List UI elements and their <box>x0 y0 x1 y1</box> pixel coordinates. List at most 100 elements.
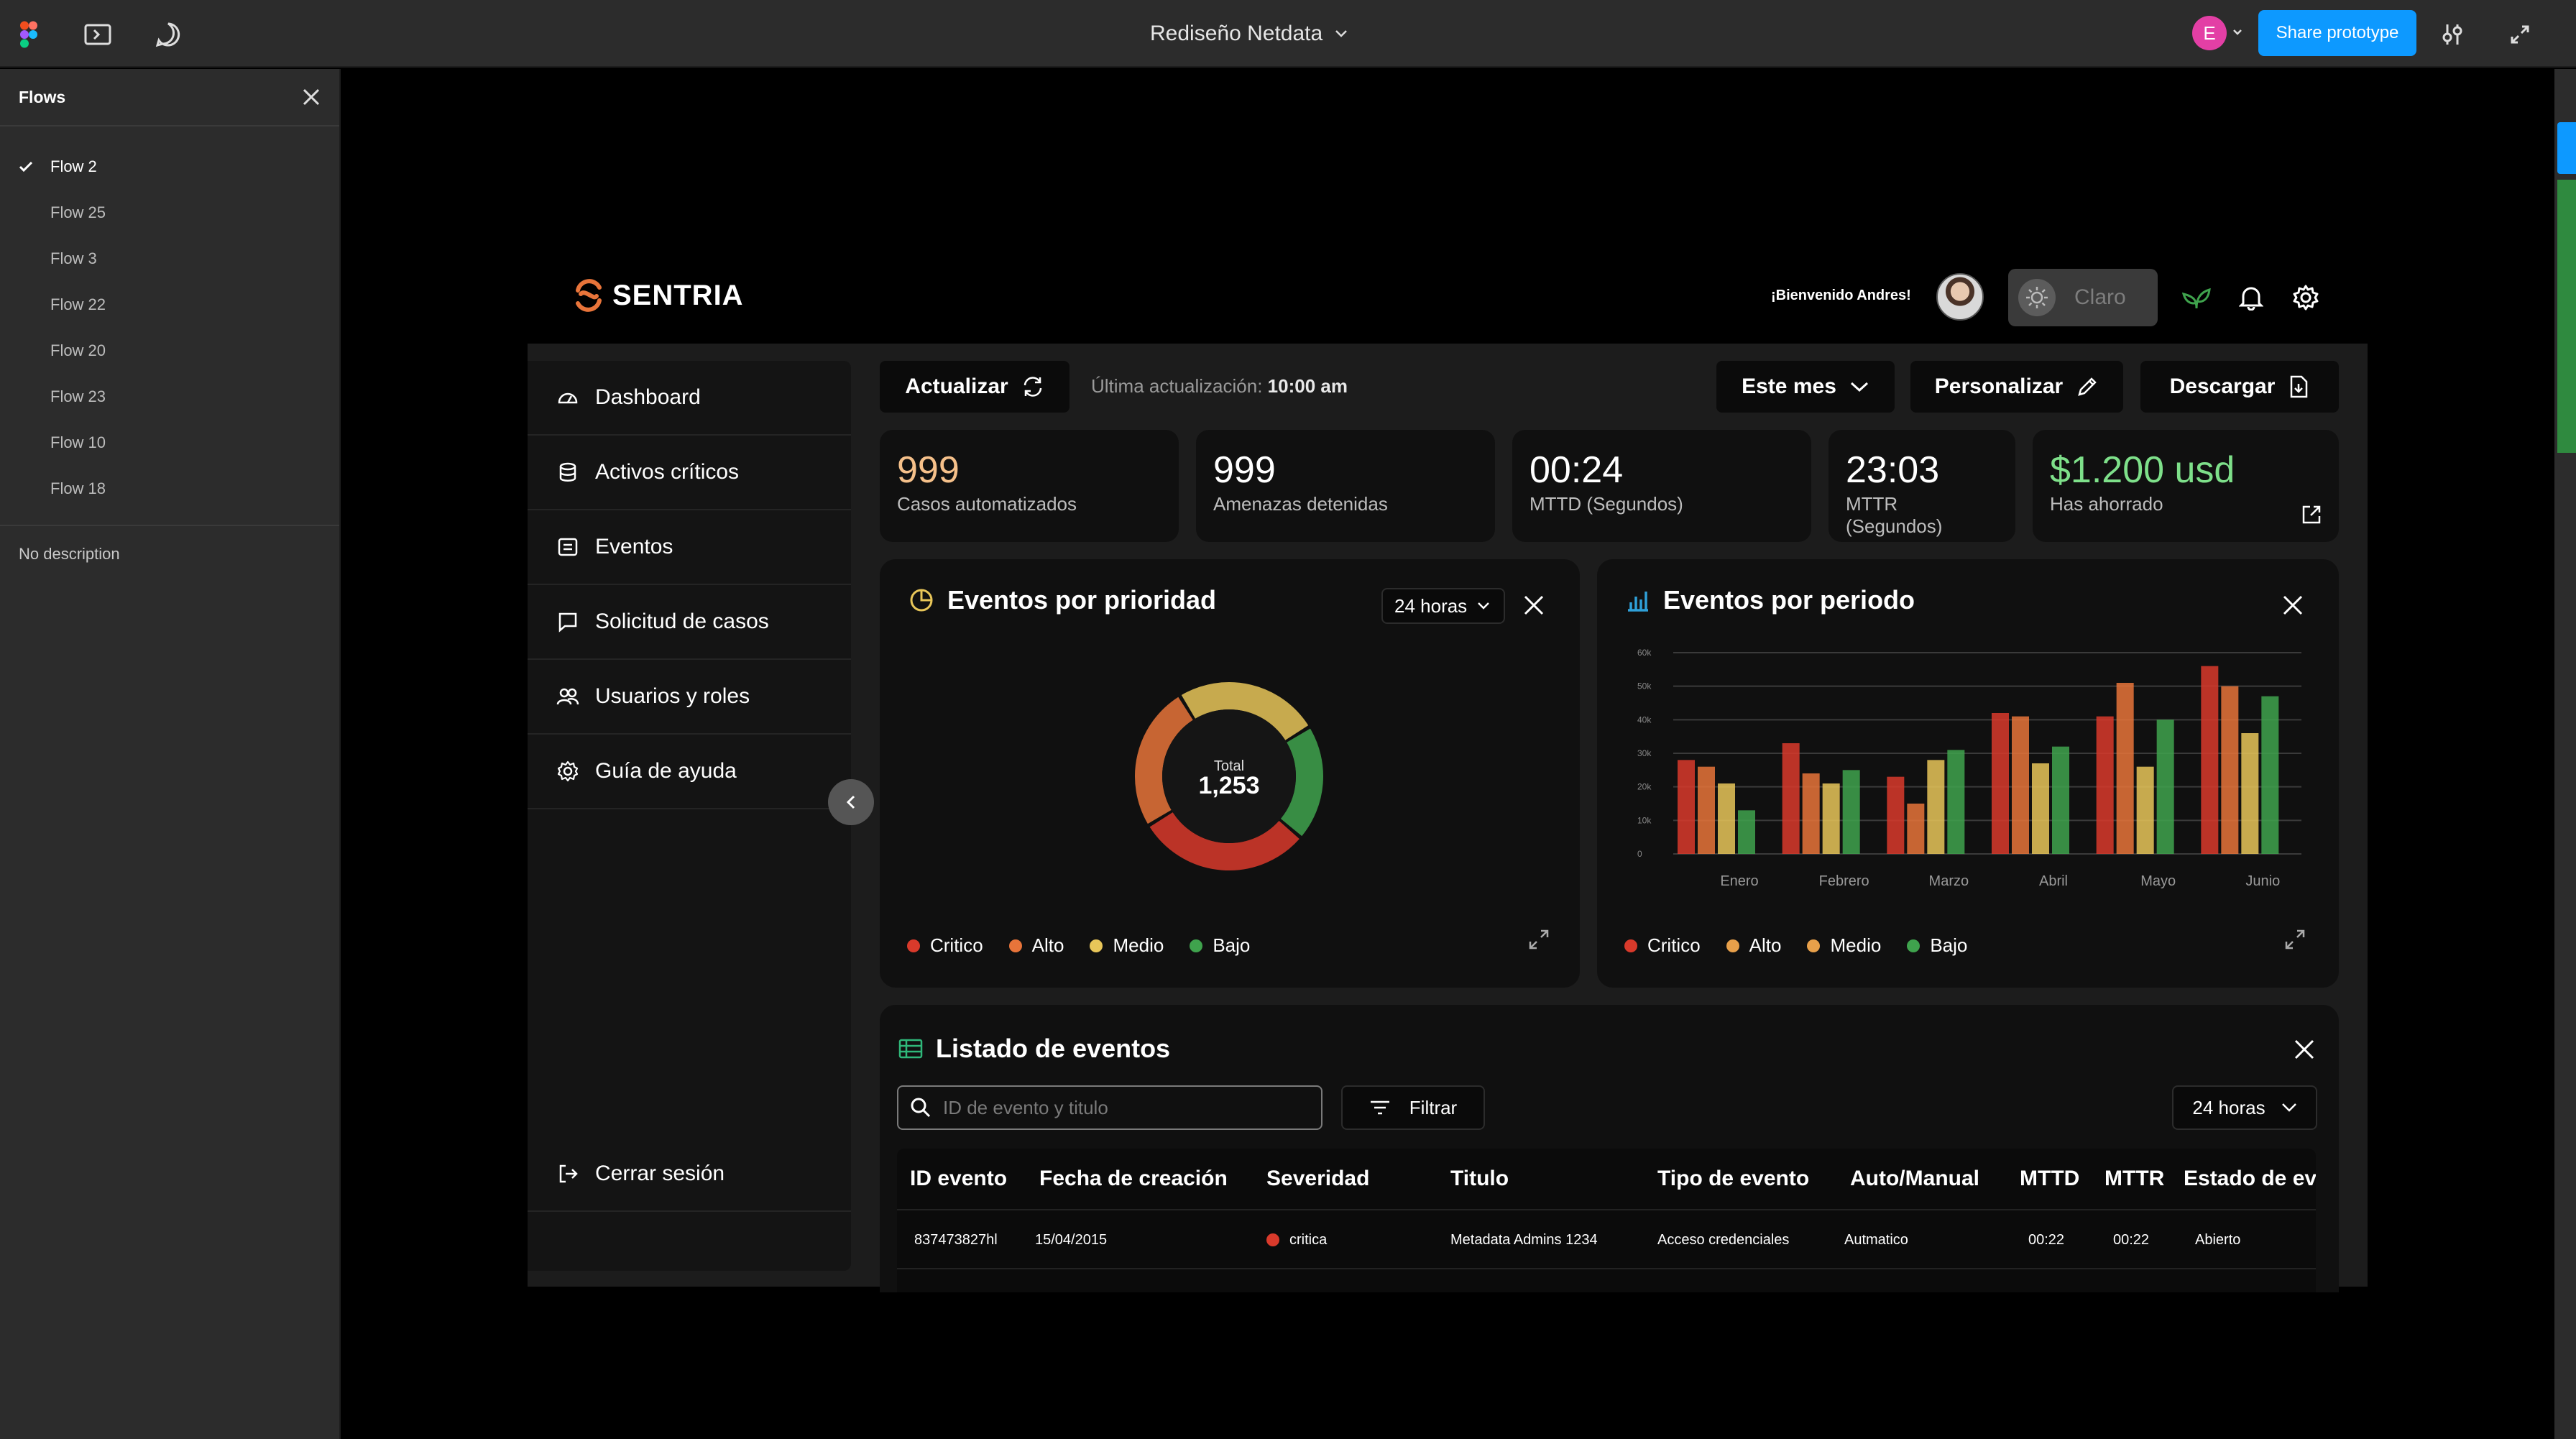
flow-item[interactable]: Flow 25 <box>0 190 339 236</box>
right-panel-tab[interactable] <box>2557 122 2576 174</box>
priority-range-select[interactable]: 24 horas <box>1381 588 1505 624</box>
column-header[interactable]: Titulo <box>1450 1167 1509 1191</box>
legend-dot <box>907 939 920 952</box>
bar-critico-febrero[interactable] <box>1782 743 1800 854</box>
flow-item[interactable]: Flow 22 <box>0 282 339 328</box>
document-title[interactable]: Rediseño Netdata <box>1150 16 1348 52</box>
column-header[interactable]: ID evento <box>910 1167 1007 1191</box>
flow-item[interactable]: Flow 23 <box>0 374 339 420</box>
share-prototype-button[interactable]: Share prototype <box>2258 10 2416 56</box>
column-header[interactable]: Fecha de creación <box>1039 1167 1228 1191</box>
period-select[interactable]: Este mes <box>1716 361 1895 413</box>
refresh-button[interactable]: Actualizar <box>880 361 1070 413</box>
bar-alto-febrero[interactable] <box>1802 773 1820 854</box>
comment-icon[interactable] <box>148 14 188 55</box>
column-header[interactable]: Tipo de evento <box>1657 1167 1809 1191</box>
flow-item[interactable]: Flow 20 <box>0 328 339 374</box>
events-range-select[interactable]: 24 horas <box>2172 1085 2317 1130</box>
figma-logo-icon[interactable] <box>9 14 49 55</box>
chevron-down-icon <box>1478 602 1490 610</box>
legend-label: Bajo <box>1930 934 1968 956</box>
bar-alto-marzo[interactable] <box>1907 804 1925 854</box>
bar-critico-marzo[interactable] <box>1887 776 1905 854</box>
expand-chart-icon[interactable] <box>1528 929 1550 950</box>
close-priority-card[interactable] <box>1519 591 1548 620</box>
bar-medio-mayo[interactable] <box>2136 766 2154 854</box>
events-icon <box>556 535 579 558</box>
nav-item[interactable]: Guía de ayuda <box>528 735 851 809</box>
pencil-icon <box>2078 377 2097 396</box>
bar-alto-abril[interactable] <box>2012 716 2029 854</box>
bar-critico-junio[interactable] <box>2201 666 2219 854</box>
event-search-input[interactable]: ID de evento y titulo <box>897 1085 1322 1130</box>
flow-item[interactable]: Flow 10 <box>0 420 339 466</box>
column-header[interactable]: Auto/Manual <box>1850 1167 1979 1191</box>
cell-title: Metadata Admins 1234 <box>1450 1231 1598 1248</box>
bar-medio-enero[interactable] <box>1718 783 1735 854</box>
external-link-icon[interactable] <box>2300 503 2323 526</box>
sidebar-toggle-icon[interactable] <box>78 14 118 55</box>
help-icon <box>556 760 579 783</box>
refresh-label: Actualizar <box>905 374 1008 398</box>
theme-toggle[interactable]: Claro <box>2008 269 2158 326</box>
refresh-icon <box>1024 377 1041 397</box>
bar-bajo-mayo[interactable] <box>2156 720 2174 854</box>
bar-alto-junio[interactable] <box>2221 686 2239 854</box>
brand-logo[interactable]: SENTRIA <box>572 279 744 312</box>
bar-alto-enero[interactable] <box>1698 766 1715 854</box>
table-row[interactable]: 837473827hl 15/04/2015 critica Metadata … <box>897 1212 2316 1269</box>
leaf-icon[interactable] <box>2179 280 2214 315</box>
y-tick-label: 20k <box>1637 782 1652 792</box>
bar-medio-junio[interactable] <box>2241 733 2259 854</box>
bar-bajo-abril[interactable] <box>2052 746 2069 854</box>
expand-icon[interactable] <box>2500 14 2540 55</box>
user-avatar[interactable]: E <box>2192 16 2227 50</box>
user-initial: E <box>2203 22 2216 44</box>
customize-button[interactable]: Personalizar <box>1910 361 2123 413</box>
bar-bajo-febrero[interactable] <box>1842 770 1860 854</box>
nav-item[interactable]: Usuarios y roles <box>528 660 851 735</box>
close-events-list[interactable] <box>2290 1035 2319 1064</box>
nav-item[interactable]: Solicitud de casos <box>528 585 851 660</box>
bell-icon[interactable] <box>2234 280 2268 315</box>
bar-alto-mayo[interactable] <box>2116 683 2134 854</box>
chevron-down-icon <box>1850 382 1868 392</box>
filter-button[interactable]: Filtrar <box>1341 1085 1485 1130</box>
nav-item[interactable]: Eventos <box>528 510 851 585</box>
nav-item[interactable]: Dashboard <box>528 361 851 436</box>
bar-medio-febrero[interactable] <box>1822 783 1840 854</box>
logout-button[interactable]: Cerrar sesión <box>528 1137 851 1212</box>
avatar-chevron-icon[interactable] <box>2232 29 2242 36</box>
flow-item[interactable]: Flow 2 <box>0 144 339 190</box>
bar-medio-marzo[interactable] <box>1927 760 1945 854</box>
column-header[interactable]: Severidad <box>1266 1167 1369 1191</box>
bar-bajo-enero[interactable] <box>1738 810 1755 854</box>
nav-item[interactable]: Activos críticos <box>528 436 851 510</box>
expand-chart-icon[interactable] <box>2284 929 2306 950</box>
download-button[interactable]: Descargar <box>2140 361 2339 413</box>
close-period-card[interactable] <box>2278 591 2307 620</box>
bar-critico-enero[interactable] <box>1678 760 1695 854</box>
flow-item[interactable]: Flow 3 <box>0 236 339 282</box>
bar-bajo-junio[interactable] <box>2261 696 2279 854</box>
flow-item[interactable]: Flow 18 <box>0 466 339 512</box>
bar-critico-abril[interactable] <box>1992 713 2009 854</box>
gear-icon[interactable] <box>2288 280 2323 315</box>
user-avatar-photo[interactable] <box>1936 273 1984 321</box>
column-header[interactable]: Estado de evento <box>2184 1167 2316 1191</box>
collapse-sidebar-button[interactable] <box>828 779 874 825</box>
close-icon[interactable] <box>302 88 321 106</box>
cell-severity: critica <box>1266 1232 1327 1249</box>
legend-dot <box>1008 939 1022 952</box>
column-header[interactable]: MTTD <box>2020 1167 2079 1191</box>
bar-medio-abril[interactable] <box>2032 763 2049 854</box>
severity-text: critica <box>1289 1231 1328 1248</box>
settings-sliders-icon[interactable] <box>2432 14 2472 55</box>
bar-bajo-marzo[interactable] <box>1947 750 1965 854</box>
column-header[interactable]: MTTR <box>2104 1167 2164 1191</box>
bar-critico-mayo[interactable] <box>2096 716 2114 854</box>
flow-item[interactable]: Flow 11 <box>0 512 339 525</box>
kpi-label: MTTR (Segundos) <box>1846 493 1943 537</box>
download-file-icon <box>2291 375 2308 398</box>
priority-legend: Critico Alto Medio Bajo <box>907 934 1250 957</box>
